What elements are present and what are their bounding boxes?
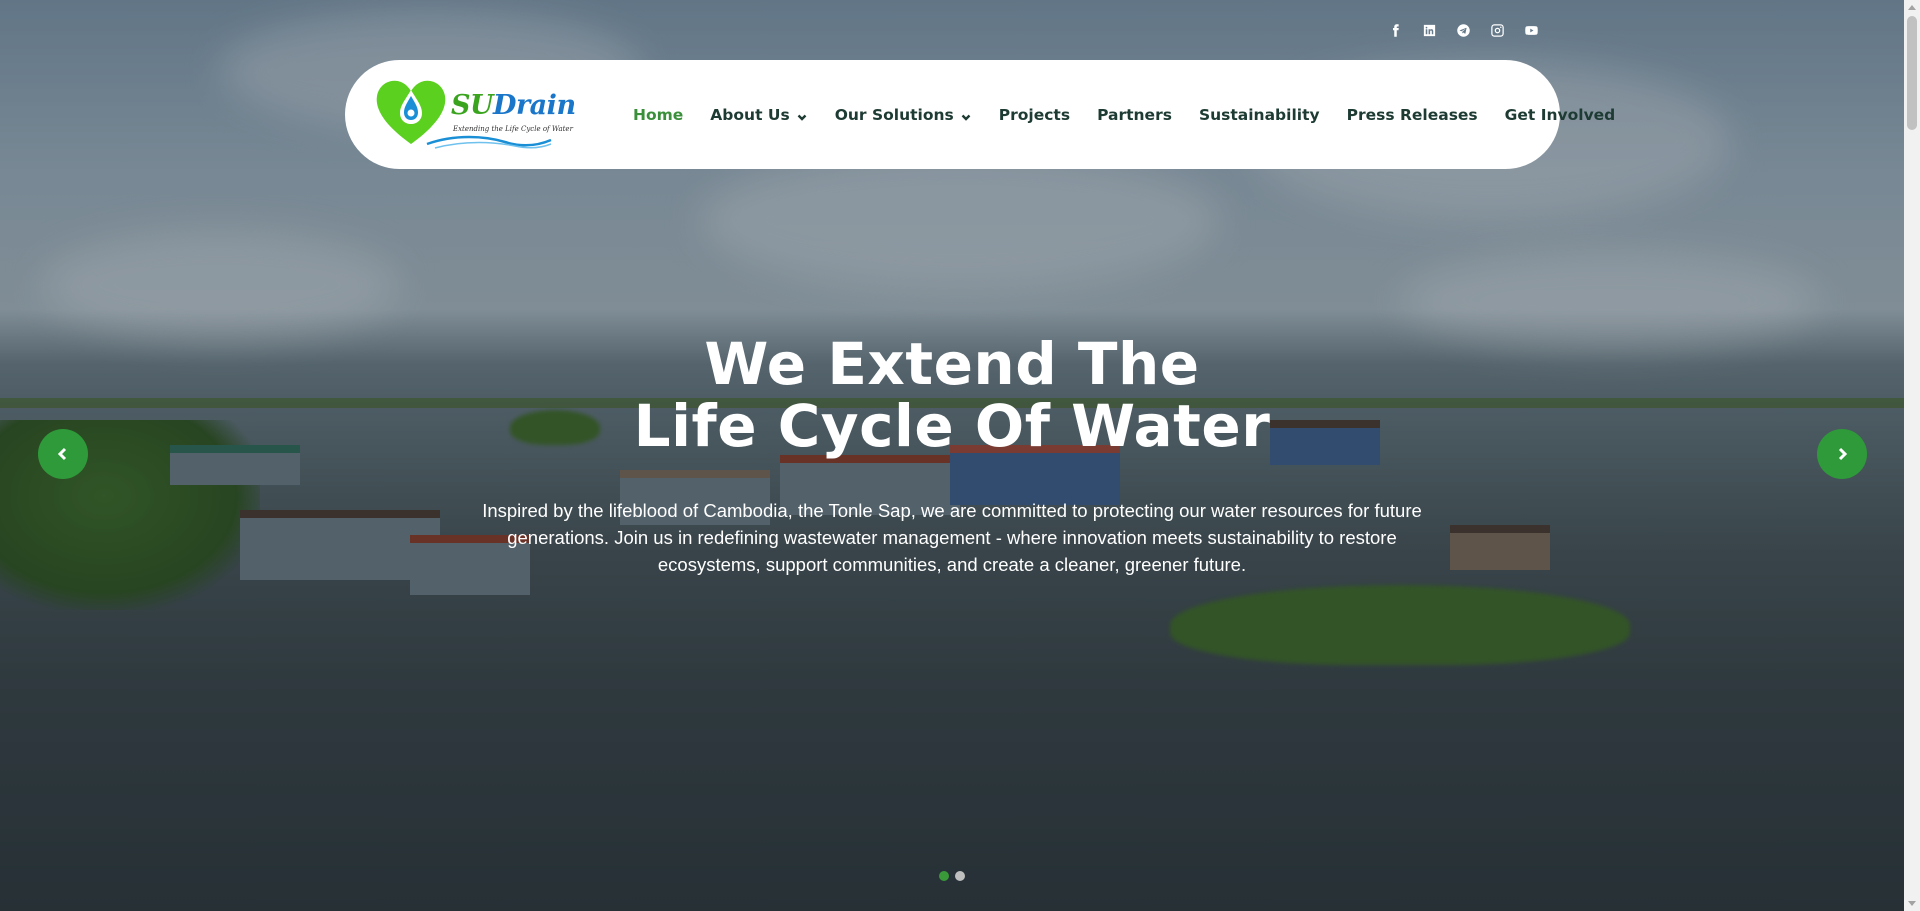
nav-item-press-releases[interactable]: Press Releases (1347, 106, 1478, 124)
slider-prev-button[interactable] (38, 429, 88, 479)
nav-item-about-us[interactable]: About Us (710, 106, 807, 124)
youtube-icon[interactable] (1521, 20, 1541, 40)
headline-line-1: We Extend The (704, 330, 1200, 398)
facebook-icon[interactable] (1385, 20, 1405, 40)
nav-item-label: Get Involved (1504, 105, 1616, 124)
nav-item-label: About Us (710, 105, 790, 124)
scrollbar-thumb[interactable] (1907, 16, 1917, 130)
scroll-down-arrow-icon[interactable] (1908, 901, 1916, 906)
nav-menu: Home About Us Our Solutions Projects Partner… (633, 60, 1615, 169)
nav-item-label: Projects (998, 105, 1071, 124)
chevron-down-icon (796, 109, 808, 121)
slider-next-button[interactable] (1817, 429, 1867, 479)
sudrain-logo[interactable]: SUDrain Extending the Life Cycle of Wate… (373, 76, 576, 154)
linkedin-icon[interactable] (1419, 20, 1439, 40)
nav-item-our-solutions[interactable]: Our Solutions (835, 106, 972, 124)
chevron-left-icon (57, 447, 67, 461)
nav-item-label: Partners (1097, 105, 1172, 124)
slider-pagination (939, 871, 965, 881)
chevron-down-icon (960, 109, 972, 121)
nav-item-projects[interactable]: Projects (999, 106, 1070, 124)
main-navbar: SUDrain Extending the Life Cycle of Wate… (345, 60, 1615, 169)
page-scrollbar[interactable] (1904, 0, 1920, 911)
brand-wordmark: SUDrain (451, 90, 576, 121)
nav-item-label: Home (633, 105, 684, 124)
wave-icon (426, 135, 552, 149)
telegram-icon[interactable] (1453, 20, 1473, 40)
nav-item-home[interactable]: Home (633, 106, 683, 124)
nav-item-label: Press Releases (1346, 105, 1478, 124)
nav-item-partners[interactable]: Partners (1097, 106, 1172, 124)
slider-dot[interactable] (939, 871, 949, 881)
scroll-up-arrow-icon[interactable] (1908, 5, 1916, 10)
headline-line-2: Life Cycle Of Water (633, 392, 1271, 460)
hero-description: Inspired by the lifeblood of Cambodia, t… (482, 500, 1422, 575)
instagram-icon[interactable] (1487, 20, 1507, 40)
slider-dot[interactable] (955, 871, 965, 881)
nav-item-label: Our Solutions (834, 105, 954, 124)
nav-item-sustainability[interactable]: Sustainability (1199, 106, 1320, 124)
social-links (1385, 20, 1541, 40)
nav-item-get-involved[interactable]: Get Involved (1505, 106, 1616, 124)
nav-item-label: Sustainability (1198, 105, 1320, 124)
chevron-right-icon (1838, 447, 1848, 461)
